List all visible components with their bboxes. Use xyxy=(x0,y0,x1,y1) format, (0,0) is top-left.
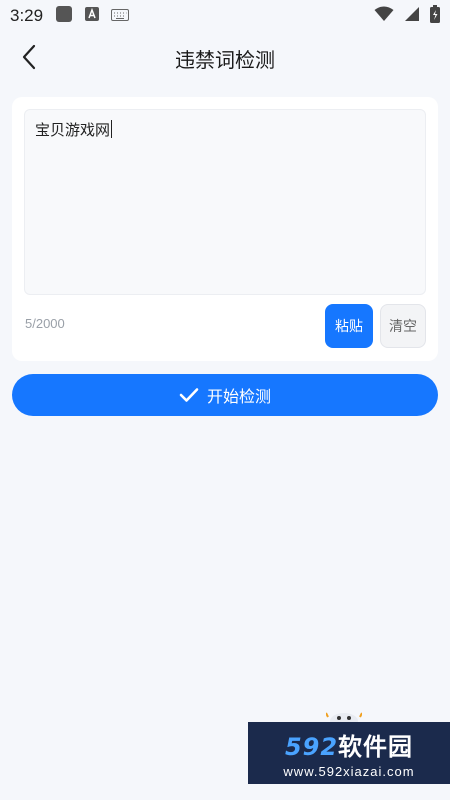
keyboard-icon xyxy=(111,6,130,26)
check-icon xyxy=(179,388,199,402)
text-input-value: 宝贝游戏网 xyxy=(35,121,111,139)
watermark-brand: 592软件园 xyxy=(285,727,413,762)
status-notification-icons xyxy=(55,5,130,28)
chevron-left-icon xyxy=(22,44,36,70)
a-notification-icon xyxy=(85,6,100,26)
status-bar: 3:29 xyxy=(0,0,450,32)
watermark-brand-number: 592 xyxy=(284,733,339,761)
watermark-url: www.592xiazai.com xyxy=(283,764,415,779)
signal-icon xyxy=(404,6,420,27)
watermark-logo: 592软件园 www.592xiazai.com xyxy=(248,722,450,784)
start-detect-label: 开始检测 xyxy=(206,387,271,406)
app-notification-icon xyxy=(55,5,73,28)
text-caret xyxy=(111,120,113,138)
text-input[interactable]: 宝贝游戏网 xyxy=(24,109,426,295)
wifi-icon xyxy=(374,6,394,27)
watermark-brand-text: 软件园 xyxy=(338,733,414,761)
input-card: 宝贝游戏网 5/2000 粘贴 清空 xyxy=(12,97,438,361)
paste-button[interactable]: 粘贴 xyxy=(325,304,373,348)
page-title: 违禁词检测 xyxy=(175,47,275,72)
clear-button[interactable]: 清空 xyxy=(380,304,426,348)
back-button[interactable] xyxy=(14,42,44,72)
status-time: 3:29 xyxy=(10,6,44,25)
status-system-icons xyxy=(374,4,440,28)
char-count: 5/2000 xyxy=(25,316,65,331)
start-detect-button[interactable]: 开始检测 xyxy=(12,374,438,416)
battery-icon xyxy=(430,4,440,28)
header: 违禁词检测 xyxy=(0,32,450,84)
